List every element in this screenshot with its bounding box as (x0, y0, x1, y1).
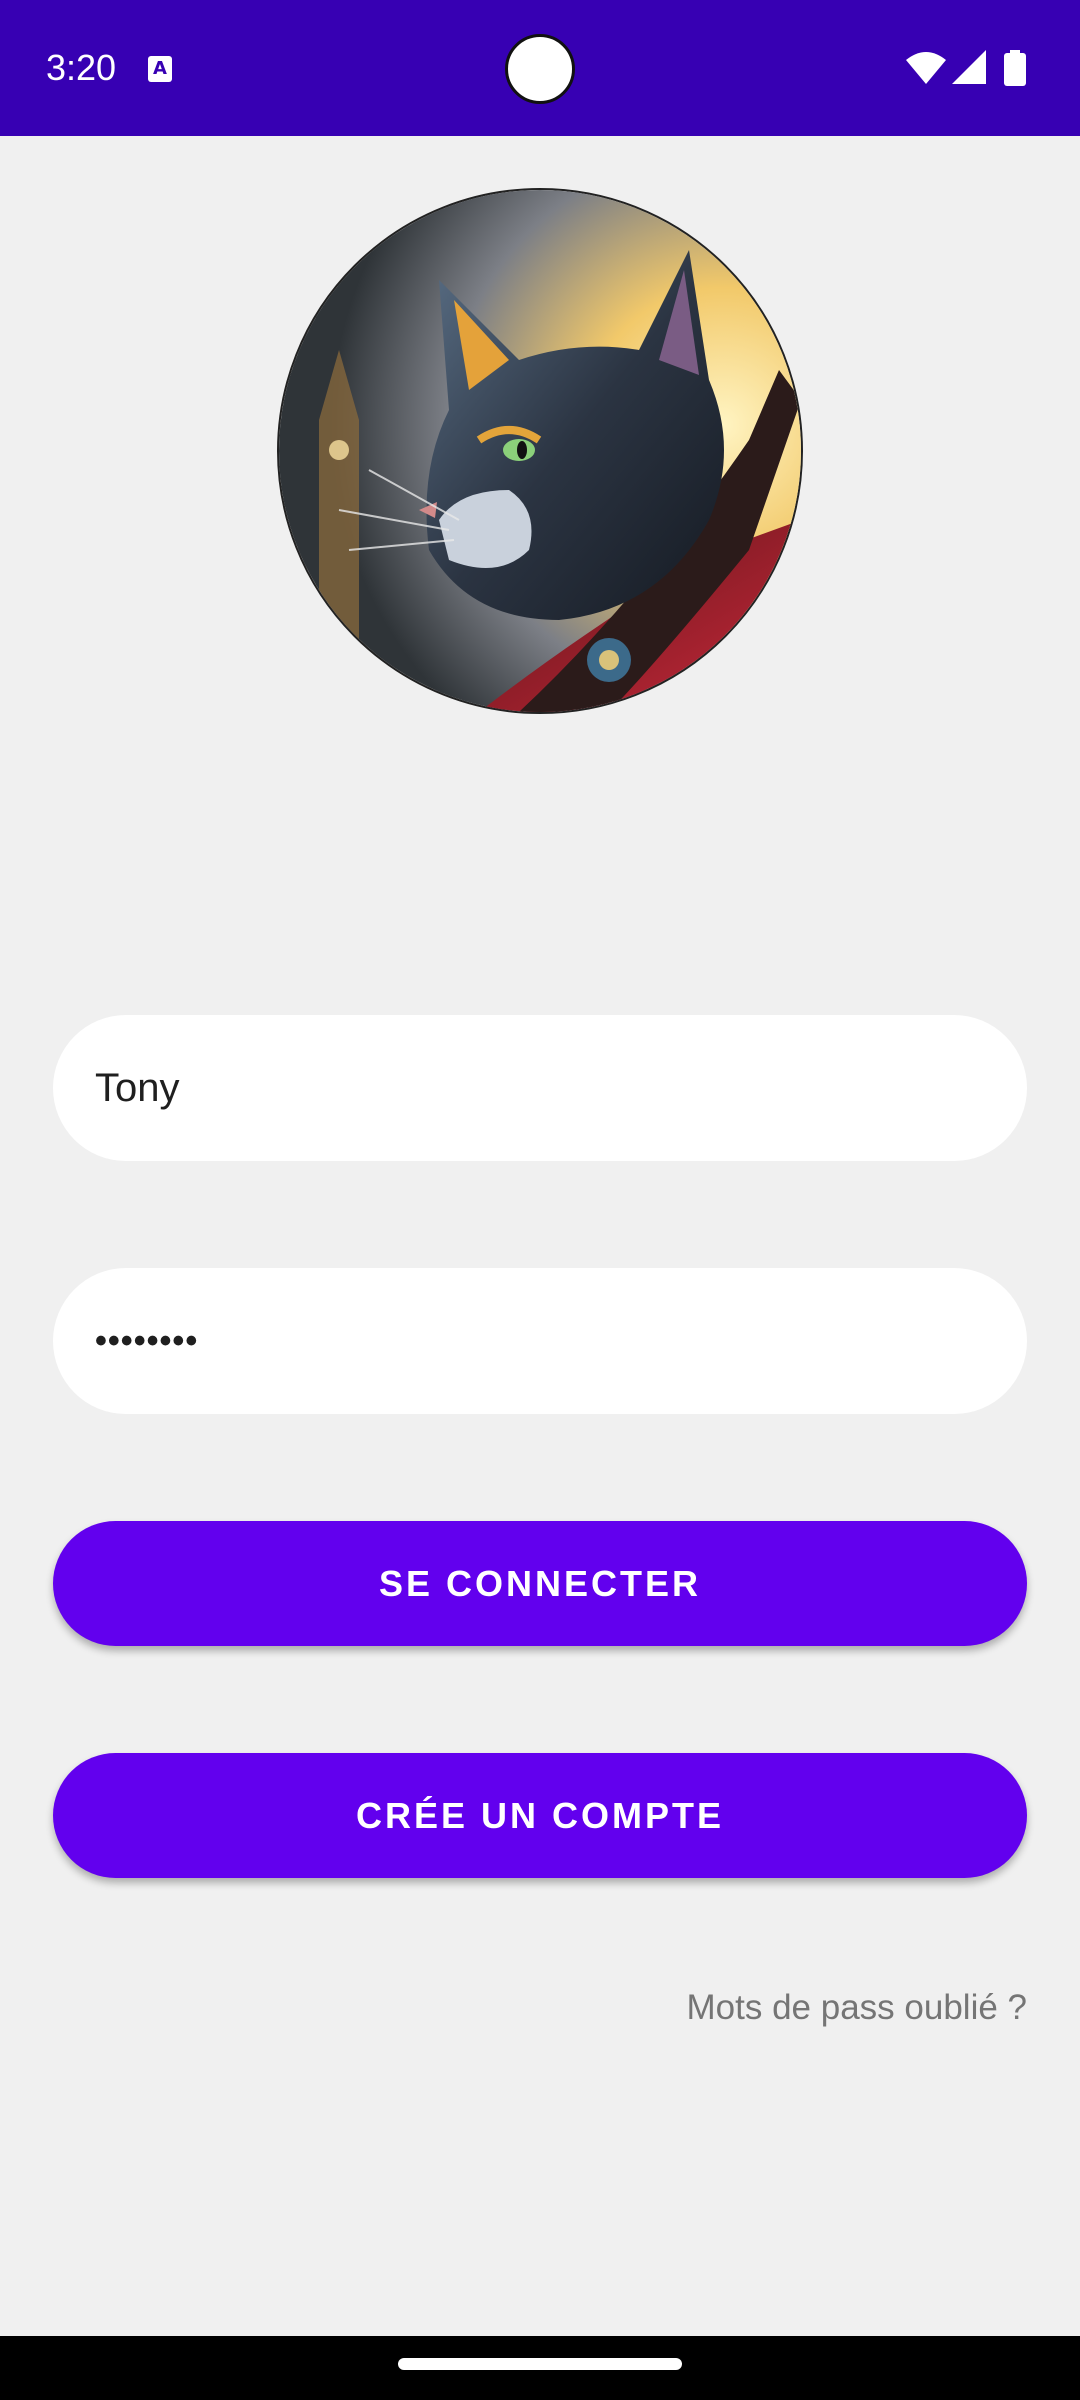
wifi-icon (906, 52, 946, 84)
username-value: Tony (95, 1065, 180, 1110)
status-time: 3:20 (46, 47, 117, 88)
cat-avatar-image (277, 188, 803, 714)
home-indicator[interactable] (398, 2358, 682, 2370)
login-button[interactable]: SE CONNECTER (53, 1521, 1027, 1646)
status-bar: 3:20 A (0, 0, 1080, 136)
navigation-bar (0, 2336, 1080, 2400)
camera-cutout (505, 34, 575, 104)
signal-icon (952, 50, 986, 84)
app-notification-icon: A (148, 56, 172, 82)
username-field[interactable]: Tony (53, 1015, 1027, 1161)
password-value: •••••••• (95, 1321, 199, 1360)
password-field[interactable]: •••••••• (53, 1268, 1027, 1414)
status-icons (906, 50, 1036, 86)
forgot-password-link[interactable]: Mots de pass oublié ? (687, 1988, 1027, 2028)
battery-icon (1004, 50, 1026, 86)
create-account-button[interactable]: CRÉE UN COMPTE (53, 1753, 1027, 1878)
login-screen: 3:20 A Tony •••••••• SE CONNECTER CRÉE U… (0, 0, 1080, 2400)
